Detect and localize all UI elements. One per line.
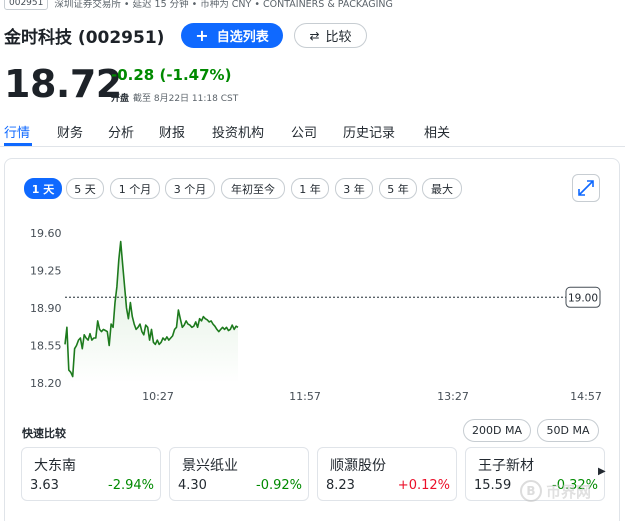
y-tick-label: 18.90 bbox=[30, 302, 62, 315]
peer-card[interactable]: 大东南 3.63 -2.94% bbox=[21, 447, 161, 501]
expand-icon bbox=[578, 180, 594, 196]
tab-analysis[interactable]: 分析 bbox=[108, 118, 134, 141]
reference-label: 19.00 bbox=[568, 292, 598, 304]
range-5y[interactable]: 5 年 bbox=[379, 178, 417, 199]
range-3m[interactable]: 3 个月 bbox=[165, 178, 215, 199]
watermark-text: 币界网 bbox=[546, 482, 592, 501]
tab-history[interactable]: 历史记录 bbox=[343, 118, 395, 141]
peer-card[interactable]: 景兴纸业 4.30 -0.92% bbox=[169, 447, 309, 501]
peer-change: -2.94% bbox=[108, 478, 154, 493]
ticker-tag: 002951 bbox=[4, 0, 49, 10]
watermark-logo: B 币界网 bbox=[520, 480, 591, 502]
peer-card[interactable]: 顺灏股份 8.23 +0.12% bbox=[317, 447, 457, 501]
compare-label: 比较 bbox=[325, 30, 352, 45]
peer-price: 15.59 bbox=[474, 478, 512, 493]
exchange-info-bar: 002951 深圳证券交易所 • 延迟 15 分钟 • 币种为 CNY • CO… bbox=[4, 0, 393, 10]
price-chart: 19.60 19.25 18.90 18.55 18.20 19.00 10:27 11:57… bbox=[30, 227, 602, 403]
x-tick-label: 10:27 bbox=[142, 390, 174, 403]
peer-name: 景兴纸业 bbox=[182, 458, 238, 474]
title-row: 金时科技 (002951) bbox=[4, 22, 164, 48]
peer-change: -0.92% bbox=[256, 478, 302, 493]
section-tabs: 行情 财务 分析 财报 投资机构 公司 历史记录 相关 bbox=[0, 118, 625, 144]
watchlist-label: 自选列表 bbox=[216, 30, 269, 45]
page-title: 金时科技 (002951) bbox=[4, 27, 165, 48]
range-5d[interactable]: 5 天 bbox=[66, 178, 104, 199]
session-time: 截至 8月22日 11:18 CST bbox=[133, 94, 239, 104]
range-ytd[interactable]: 年初至今 bbox=[221, 178, 285, 199]
y-tick-label: 18.20 bbox=[30, 377, 62, 390]
expand-chart-button[interactable] bbox=[572, 174, 600, 202]
tab-earnings[interactable]: 财报 bbox=[159, 118, 185, 141]
y-tick-label: 18.55 bbox=[30, 340, 62, 353]
exchange-info: 深圳证券交易所 • 延迟 15 分钟 • 币种为 CNY • CONTAINER… bbox=[54, 0, 393, 10]
plus-icon: + bbox=[195, 25, 209, 45]
ma-200d-button[interactable]: 200D MA bbox=[463, 419, 531, 442]
peer-price: 3.63 bbox=[30, 478, 59, 493]
peer-name: 大东南 bbox=[34, 458, 76, 474]
tab-quote[interactable]: 行情 bbox=[4, 118, 30, 141]
x-tick-label: 14:57 bbox=[570, 390, 602, 403]
tabs-divider bbox=[0, 146, 625, 147]
watermark-icon: B bbox=[520, 480, 542, 502]
price-area bbox=[65, 241, 238, 383]
add-to-watchlist-button[interactable]: + 自选列表 bbox=[181, 23, 283, 48]
session-label: 开盘 bbox=[111, 94, 130, 104]
peer-price: 4.30 bbox=[178, 478, 207, 493]
range-1d[interactable]: 1 天 bbox=[24, 178, 62, 199]
current-price: 18.72 bbox=[4, 62, 122, 106]
range-1m[interactable]: 1 个月 bbox=[110, 178, 160, 199]
y-tick-label: 19.60 bbox=[30, 227, 62, 240]
ma-50d-button[interactable]: 50D MA bbox=[537, 419, 599, 442]
tab-holders[interactable]: 投资机构 bbox=[212, 118, 264, 141]
peer-price: 8.23 bbox=[326, 478, 355, 493]
tab-company[interactable]: 公司 bbox=[291, 118, 317, 141]
next-peers-icon[interactable]: ▶ bbox=[598, 466, 606, 477]
swap-arrows-icon: ⇄ bbox=[309, 28, 320, 43]
price-change: -0.28 (-1.47%) bbox=[111, 66, 232, 84]
x-tick-label: 13:27 bbox=[437, 390, 469, 403]
peer-change: +0.12% bbox=[397, 478, 450, 493]
compare-button[interactable]: ⇄ 比较 bbox=[294, 23, 367, 48]
y-tick-label: 19.25 bbox=[30, 265, 62, 278]
session-info: 开盘 截至 8月22日 11:18 CST bbox=[111, 91, 238, 104]
tab-financials[interactable]: 财务 bbox=[57, 118, 83, 141]
range-3y[interactable]: 3 年 bbox=[335, 178, 373, 199]
x-tick-label: 11:57 bbox=[289, 390, 321, 403]
range-max[interactable]: 最大 bbox=[422, 178, 462, 199]
tab-related[interactable]: 相关 bbox=[424, 118, 450, 141]
quick-compare-label: 快速比较 bbox=[22, 427, 66, 440]
peer-name: 王子新材 bbox=[478, 458, 534, 474]
peer-name: 顺灏股份 bbox=[330, 458, 386, 474]
range-1y[interactable]: 1 年 bbox=[291, 178, 329, 199]
